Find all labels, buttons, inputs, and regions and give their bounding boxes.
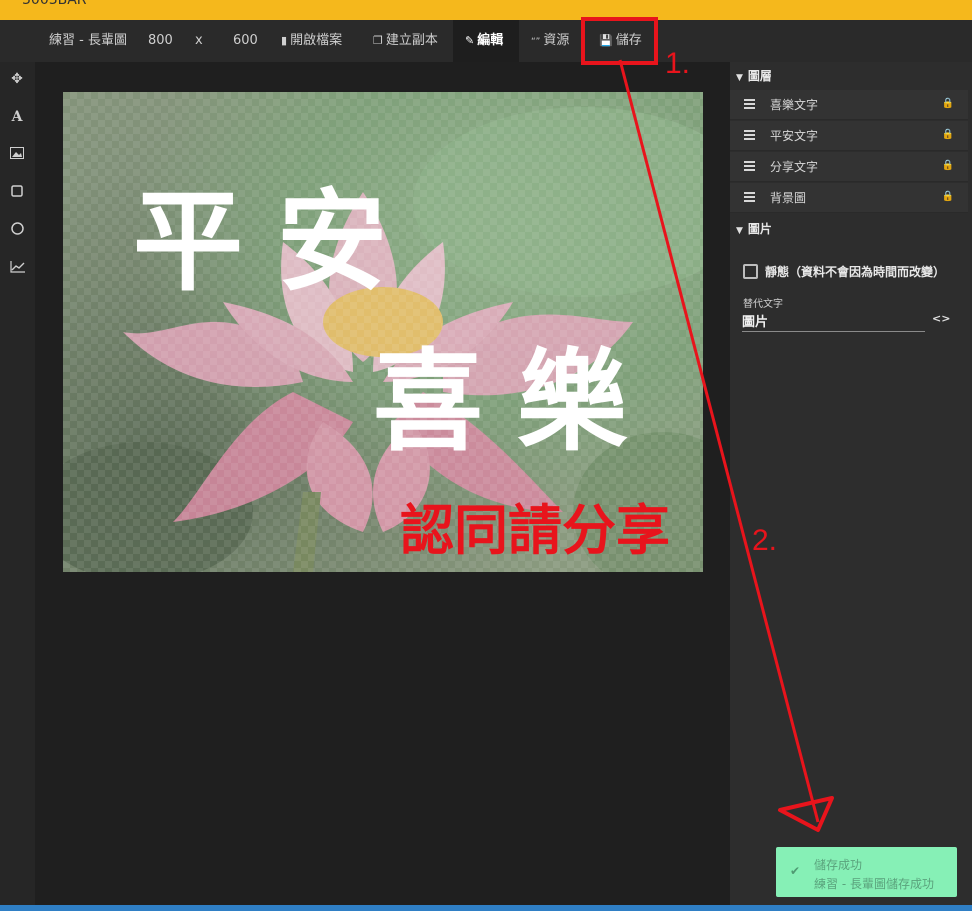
pencil-icon: ✎ [465, 34, 475, 47]
tab-resource[interactable]: “” 資源 [531, 20, 569, 62]
chart-icon[interactable] [7, 259, 27, 279]
tab-resource-label: 資源 [543, 33, 570, 48]
copy-icon: ❐ [373, 34, 383, 47]
app-bar: 3003BAR [0, 0, 972, 20]
save-icon: 💾 [599, 34, 613, 47]
create-copy-button[interactable]: ❐ 建立副本 [373, 20, 438, 62]
image-icon[interactable] [7, 145, 27, 165]
tab-edit[interactable]: ✎ 編輯 [453, 20, 519, 62]
text-layer-pingan[interactable]: 平安 [133, 187, 421, 297]
alt-text-input[interactable] [742, 310, 925, 332]
open-file-label: 開啟檔案 [290, 33, 343, 48]
chevron-down-icon: ▼ [736, 73, 743, 83]
circle-icon[interactable] [7, 221, 27, 241]
layer-item[interactable]: 背景圖 🔒 [730, 183, 968, 213]
drag-handle-icon[interactable] [744, 192, 755, 202]
layer-item[interactable]: 喜樂文字 🔒 [730, 90, 968, 120]
text-icon[interactable]: A [7, 107, 27, 127]
toolbar: 練習 - 長輩圖 800 x 600 ▮ 開啟檔案 ❐ 建立副本 ✎ 編輯 “” 資源 … [0, 20, 972, 62]
status-bar [0, 905, 972, 911]
canvas-area: 平安 喜樂 認同請分享 [35, 62, 730, 907]
chevron-down-icon: ▼ [736, 226, 743, 236]
text-layer-xile[interactable]: 喜樂 [373, 347, 661, 457]
code-toggle-icon[interactable]: <> [932, 312, 950, 325]
step-2-label: 2. [752, 524, 778, 557]
layer-name: 喜樂文字 [770, 98, 819, 112]
quote-icon: “” [531, 37, 541, 47]
text-layer-share[interactable]: 認同請分享 [400, 504, 670, 558]
move-icon[interactable]: ✥ [7, 69, 27, 89]
save-button[interactable]: 💾 儲存 [599, 20, 642, 62]
tab-edit-label: 編輯 [477, 33, 504, 48]
layer-name: 背景圖 [770, 191, 807, 205]
lock-icon[interactable]: 🔒 [942, 160, 954, 171]
rectangle-icon[interactable] [7, 183, 27, 203]
folder-icon: ▮ [281, 34, 288, 47]
artboard[interactable]: 平安 喜樂 認同請分享 [63, 92, 703, 572]
drag-handle-icon[interactable] [744, 130, 755, 140]
save-label: 儲存 [615, 33, 642, 48]
app-title: 3003BAR [22, 0, 87, 8]
layer-item[interactable]: 平安文字 🔒 [730, 121, 968, 151]
tool-rail: ✥ A [0, 62, 35, 907]
image-title: 圖片 [747, 222, 772, 236]
step-1-label: 1. [665, 47, 691, 80]
layer-name: 分享文字 [770, 160, 819, 174]
alt-text-label: 替代文字 [743, 299, 783, 310]
check-icon: ✔ [790, 864, 801, 878]
create-copy-label: 建立副本 [385, 33, 438, 48]
static-label: 靜態（資料不會因為時間而改變） [765, 265, 946, 279]
layers-title: 圖層 [747, 69, 772, 83]
save-success-toast[interactable]: ✔ 儲存成功 練習 - 長輩圖儲存成功 [776, 847, 957, 897]
toast-message: 練習 - 長輩圖儲存成功 [814, 877, 934, 891]
properties-panel: ▼ 圖層 喜樂文字 🔒 平安文字 🔒 分享文字 🔒 背景圖 🔒 ▼ 圖片 靜態（資料… [730, 62, 972, 907]
layers-section-header[interactable]: ▼ 圖層 [730, 62, 972, 90]
lock-icon[interactable]: 🔒 [942, 191, 954, 202]
document-name[interactable]: 練習 - 長輩圖 [49, 20, 127, 62]
drag-handle-icon[interactable] [744, 161, 755, 171]
width-field[interactable]: 800 [148, 20, 173, 62]
size-separator: x [195, 33, 203, 48]
lock-icon[interactable]: 🔒 [942, 129, 954, 140]
open-file-button[interactable]: ▮ 開啟檔案 [281, 20, 342, 62]
layer-item[interactable]: 分享文字 🔒 [730, 152, 968, 182]
drag-handle-icon[interactable] [744, 99, 755, 109]
toast-title: 儲存成功 [814, 858, 863, 872]
layer-name: 平安文字 [770, 129, 819, 143]
height-field[interactable]: 600 [233, 20, 258, 62]
static-checkbox[interactable] [743, 264, 758, 279]
lock-icon[interactable]: 🔒 [942, 98, 954, 109]
image-section-header[interactable]: ▼ 圖片 [730, 215, 972, 243]
